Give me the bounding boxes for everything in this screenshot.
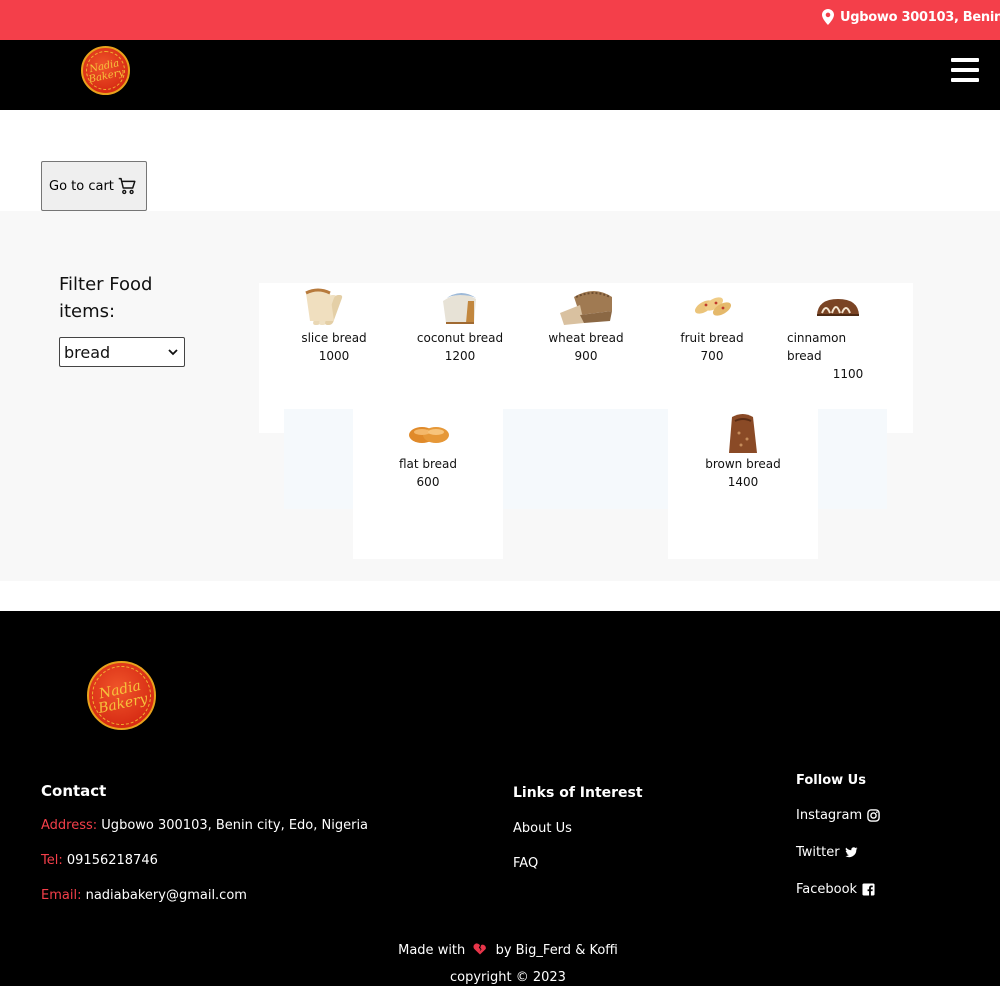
topbar-address-text: Ugbowo 300103, Benin city, Edo, Nigeria: [840, 9, 1000, 25]
address-value: Ugbowo 300103, Benin city, Edo, Nigeria: [101, 818, 369, 833]
made-with-prefix: Made with: [398, 943, 466, 958]
shopping-cart-icon: [118, 177, 136, 195]
cinnamon-bread-image: [817, 299, 859, 316]
product-item[interactable]: brown bread 1400: [683, 413, 803, 491]
product-price: 1400: [727, 475, 759, 489]
address-label: Address:: [41, 818, 98, 833]
broken-heart-icon: [473, 943, 487, 955]
follow-heading: Follow Us: [796, 773, 866, 788]
made-with-credit: Made with by Big_Ferd & Koffi: [0, 943, 1000, 958]
product-name: coconut bread: [416, 331, 504, 345]
product-price: 700: [700, 349, 724, 363]
tel-value[interactable]: 09156218746: [67, 853, 158, 868]
made-with-suffix: by Big_Ferd & Koffi: [495, 943, 618, 958]
contact-tel: Tel: 09156218746: [41, 853, 158, 868]
product-item[interactable]: coconut bread 1200: [400, 287, 520, 365]
product-name: brown bread: [705, 457, 781, 471]
twitter-icon: [844, 847, 858, 858]
product-name: wheat bread: [548, 331, 624, 345]
product-price: 1000: [318, 349, 350, 363]
wheat-bread-image: [560, 291, 612, 325]
instagram-icon: [867, 809, 880, 822]
slice-bread-image: [305, 288, 343, 325]
product-price: 900: [574, 349, 598, 363]
footer: Nadia Bakery Contact Address: Ugbowo 300…: [0, 611, 1000, 986]
copyright: copyright © 2023: [450, 970, 566, 985]
hamburger-line: [951, 58, 979, 62]
panel-background: [284, 409, 353, 509]
coconut-bread-image: [443, 292, 476, 324]
product-name: flat bread: [398, 457, 458, 471]
product-item[interactable]: fruit bread 700: [652, 287, 772, 365]
top-info-bar: Ugbowo 300103, Benin city, Edo, Nigeria: [0, 0, 1000, 40]
hamburger-menu-icon[interactable]: [951, 58, 979, 84]
email-value[interactable]: nadiabakery@gmail.com: [86, 888, 247, 903]
product-name: fruit bread: [680, 331, 744, 345]
product-name: cinnamon bread: [787, 331, 847, 363]
chevron-down-icon: [168, 348, 178, 355]
panel-background: [503, 409, 599, 509]
food-filter-select[interactable]: bread: [59, 337, 185, 367]
instagram-label: Instagram: [796, 808, 863, 823]
product-item[interactable]: slice bread 1000: [274, 287, 394, 365]
filter-label: Filter Food items:: [59, 274, 153, 322]
hamburger-line: [951, 78, 979, 82]
flat-bread-image: [409, 427, 449, 443]
social-twitter[interactable]: Twitter: [796, 845, 858, 860]
navbar: Nadia Bakery: [0, 40, 1000, 110]
go-to-cart-button[interactable]: Go to cart: [41, 161, 147, 211]
product-price: 1100: [832, 367, 864, 381]
facebook-icon: [862, 883, 875, 896]
product-item[interactable]: cinnamon bread 1100: [778, 287, 898, 383]
tel-label: Tel:: [41, 853, 63, 868]
contact-heading: Contact: [41, 782, 107, 800]
topbar-address: Ugbowo 300103, Benin city, Edo, Nigeria: [822, 9, 1000, 25]
contact-email: Email: nadiabakery@gmail.com: [41, 888, 247, 903]
map-pin-icon: [822, 9, 834, 25]
contact-address: Address: Ugbowo 300103, Benin city, Edo,…: [41, 818, 368, 833]
twitter-label: Twitter: [796, 845, 840, 860]
product-price: 600: [416, 475, 440, 489]
panel-background: [818, 409, 887, 509]
product-item[interactable]: wheat bread 900: [526, 287, 646, 365]
product-price: 1200: [444, 349, 476, 363]
product-item[interactable]: flat bread 600: [368, 413, 488, 491]
panel-background: [599, 409, 668, 509]
cart-button-label: Go to cart: [49, 178, 114, 194]
fruit-bread-image: [694, 297, 732, 316]
product-name: slice bread: [301, 331, 367, 345]
email-label: Email:: [41, 888, 82, 903]
bakery-logo[interactable]: Nadia Bakery: [81, 46, 130, 95]
links-heading: Links of Interest: [513, 785, 643, 801]
link-about-us[interactable]: About Us: [513, 821, 572, 836]
link-faq[interactable]: FAQ: [513, 856, 538, 871]
filter-selected-value: bread: [64, 342, 111, 362]
social-instagram[interactable]: Instagram: [796, 808, 880, 823]
social-facebook[interactable]: Facebook: [796, 882, 875, 897]
hamburger-line: [951, 68, 979, 72]
brown-bread-image: [729, 414, 757, 453]
facebook-label: Facebook: [796, 882, 858, 897]
footer-bakery-logo[interactable]: Nadia Bakery: [87, 661, 156, 730]
